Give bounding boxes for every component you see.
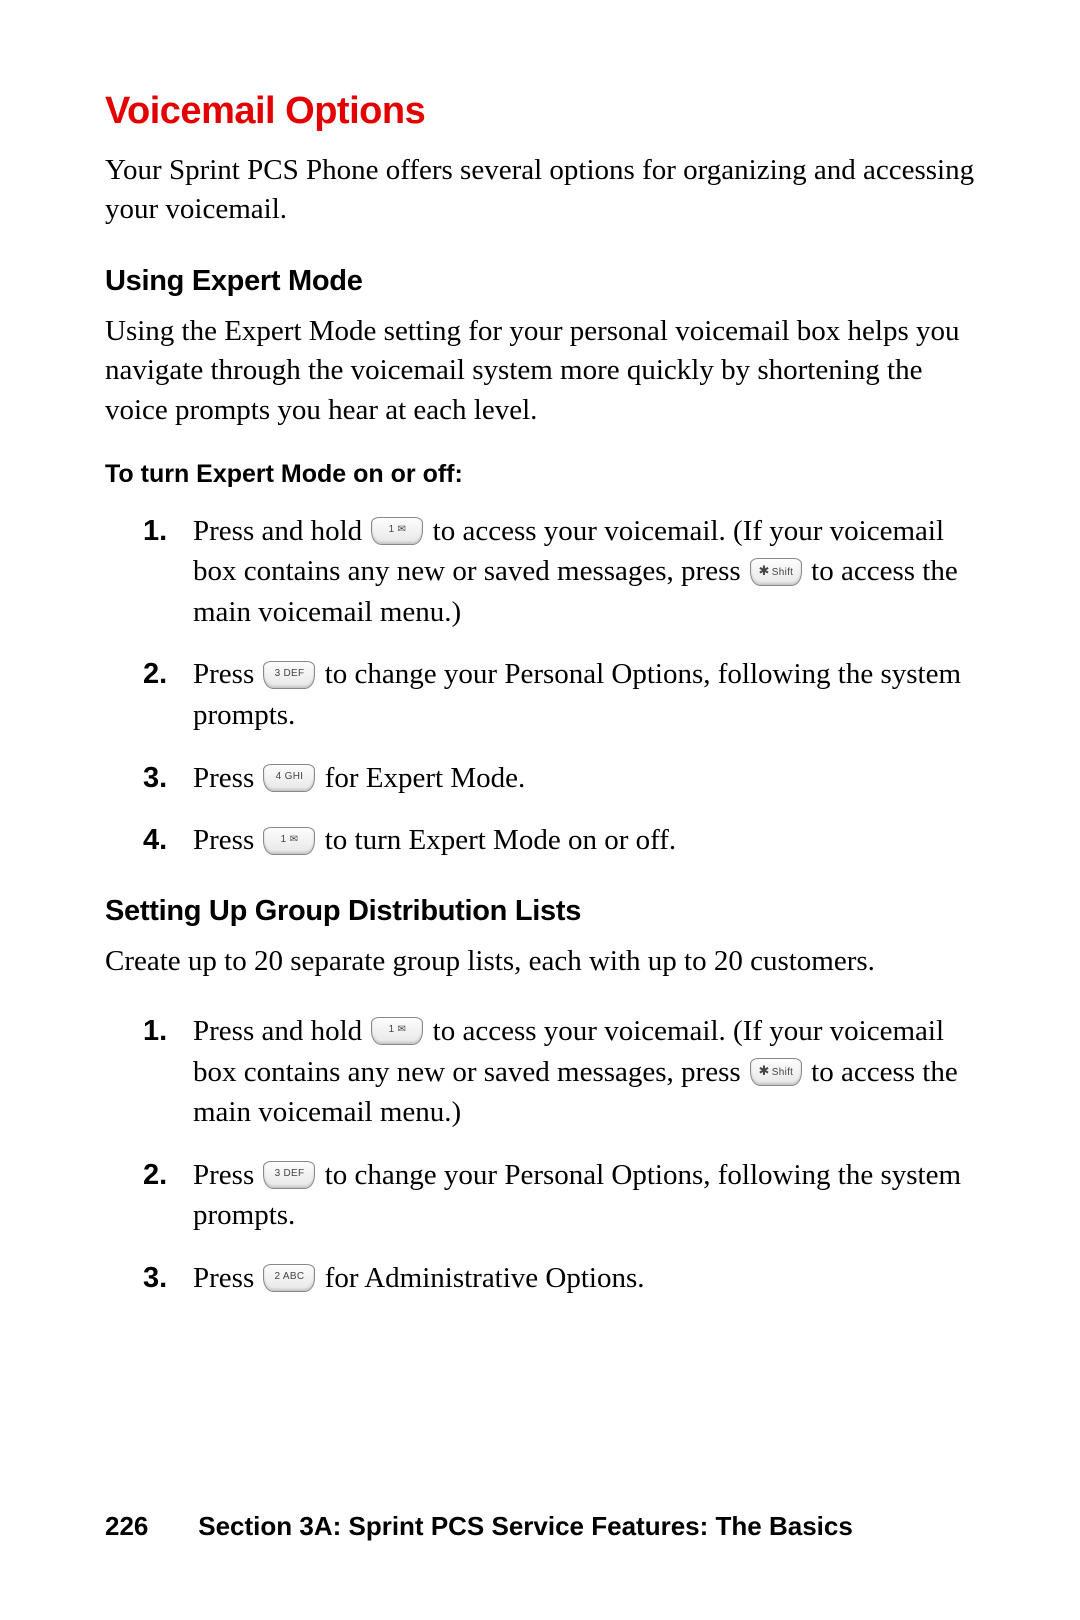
step-number: 4. bbox=[143, 820, 167, 861]
step-text: Press and hold bbox=[193, 515, 369, 547]
step-number: 2. bbox=[143, 654, 167, 695]
phone-key-1-icon: 1 ✉ bbox=[263, 827, 315, 855]
section-body-expert-mode: Using the Expert Mode setting for your p… bbox=[105, 312, 975, 429]
procedure-heading-expert-mode: To turn Expert Mode on or off: bbox=[105, 460, 975, 489]
step-3: 3. Press 2 ABC for Administrative Option… bbox=[193, 1258, 975, 1299]
page-title: Voicemail Options bbox=[105, 90, 975, 133]
page-number: 226 bbox=[105, 1511, 191, 1542]
phone-key-3-icon: 3 DEF bbox=[263, 1161, 315, 1189]
footer-section-title: Section 3A: Sprint PCS Service Features:… bbox=[198, 1511, 853, 1541]
step-number: 1. bbox=[143, 511, 167, 552]
step-1: 1. Press and hold 1 ✉ to access your voi… bbox=[193, 1011, 975, 1133]
step-text: Press bbox=[193, 1262, 261, 1294]
phone-key-star-icon: Shift bbox=[750, 558, 802, 586]
intro-paragraph: Your Sprint PCS Phone offers several opt… bbox=[105, 151, 975, 229]
step-number: 3. bbox=[143, 1258, 167, 1299]
section-body-group-lists: Create up to 20 separate group lists, ea… bbox=[105, 942, 975, 981]
section-heading-expert-mode: Using Expert Mode bbox=[105, 265, 975, 298]
step-1: 1. Press and hold 1 ✉ to access your voi… bbox=[193, 511, 975, 633]
phone-key-2-icon: 2 ABC bbox=[263, 1264, 315, 1292]
step-3: 3. Press 4 GHI for Expert Mode. bbox=[193, 758, 975, 799]
step-number: 3. bbox=[143, 758, 167, 799]
phone-key-star-icon: Shift bbox=[750, 1058, 802, 1086]
step-text: for Expert Mode. bbox=[325, 762, 526, 794]
step-text: Press bbox=[193, 824, 261, 856]
phone-key-4-icon: 4 GHI bbox=[263, 764, 315, 792]
step-2: 2. Press 3 DEF to change your Personal O… bbox=[193, 654, 975, 735]
steps-group-lists: 1. Press and hold 1 ✉ to access your voi… bbox=[105, 1011, 975, 1299]
section-heading-group-lists: Setting Up Group Distribution Lists bbox=[105, 895, 975, 928]
step-text: Press and hold bbox=[193, 1015, 369, 1047]
step-4: 4. Press 1 ✉ to turn Expert Mode on or o… bbox=[193, 820, 975, 861]
step-text: Press bbox=[193, 658, 261, 690]
steps-expert-mode: 1. Press and hold 1 ✉ to access your voi… bbox=[105, 511, 975, 861]
step-number: 1. bbox=[143, 1011, 167, 1052]
step-2: 2. Press 3 DEF to change your Personal O… bbox=[193, 1155, 975, 1236]
step-text: Press bbox=[193, 762, 261, 794]
phone-key-1-icon: 1 ✉ bbox=[371, 517, 423, 545]
manual-page: Voicemail Options Your Sprint PCS Phone … bbox=[0, 0, 1080, 1620]
step-text: for Administrative Options. bbox=[325, 1262, 645, 1294]
step-number: 2. bbox=[143, 1155, 167, 1196]
phone-key-1-icon: 1 ✉ bbox=[371, 1017, 423, 1045]
step-text: to turn Expert Mode on or off. bbox=[325, 824, 676, 856]
phone-key-3-icon: 3 DEF bbox=[263, 661, 315, 689]
step-text: Press bbox=[193, 1159, 261, 1191]
page-footer: 226 Section 3A: Sprint PCS Service Featu… bbox=[105, 1511, 975, 1542]
